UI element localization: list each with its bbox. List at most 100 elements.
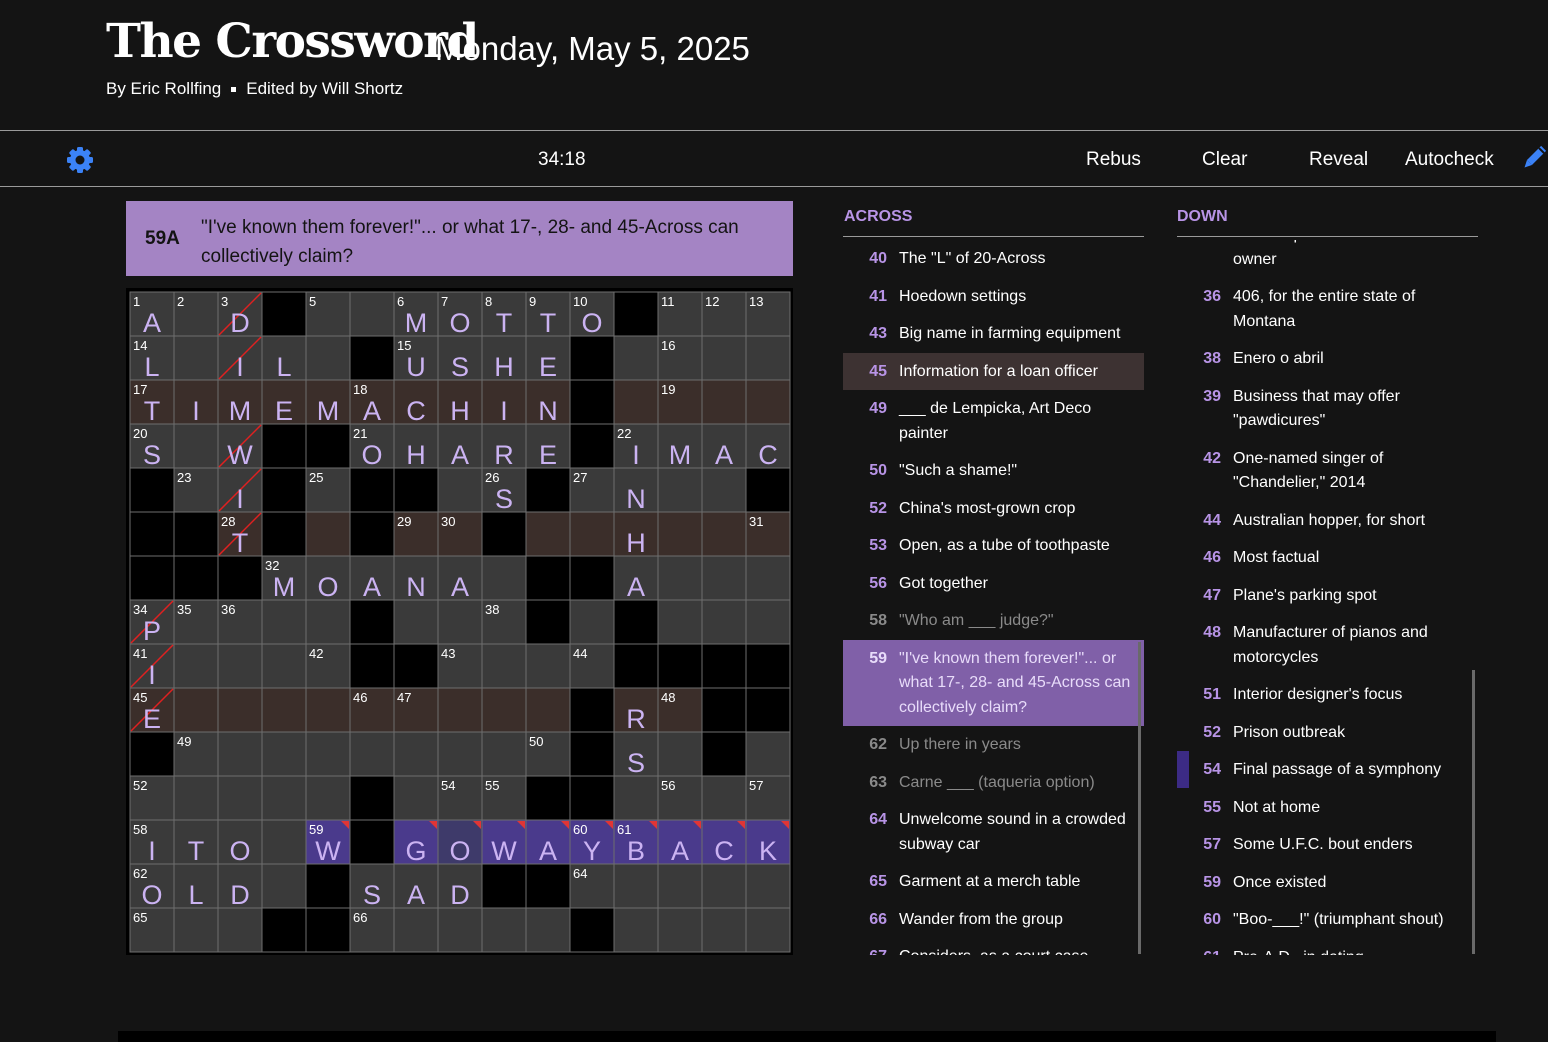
grid-cell[interactable] xyxy=(613,775,659,821)
grid-cell[interactable] xyxy=(701,555,747,601)
cell-letter[interactable]: T xyxy=(188,836,205,866)
cell-letter[interactable]: I xyxy=(500,396,508,426)
cell-letter[interactable]: S xyxy=(363,880,381,910)
clue-item-50[interactable]: 50 "Such a shame!" xyxy=(843,452,1144,490)
grid-cell[interactable] xyxy=(481,643,527,689)
cell-letter[interactable]: D xyxy=(230,308,250,338)
clue-item-38[interactable]: 38 Enero o abril xyxy=(1177,340,1478,378)
grid-cell[interactable] xyxy=(569,599,615,645)
cell-letter[interactable]: I xyxy=(148,660,156,690)
grid-cell[interactable] xyxy=(217,907,263,953)
grid-cell[interactable] xyxy=(701,511,747,557)
grid-cell[interactable] xyxy=(745,863,791,909)
grid-cell[interactable] xyxy=(173,907,219,953)
grid-cell[interactable] xyxy=(305,731,351,777)
cell-letter[interactable]: O xyxy=(449,308,470,338)
cell-letter[interactable]: E xyxy=(275,396,293,426)
cell-letter[interactable]: A xyxy=(715,440,733,470)
cell-letter[interactable]: N xyxy=(406,572,426,602)
clue-item-58[interactable]: 58 "Who am ___ judge?" xyxy=(843,602,1144,640)
cell-letter[interactable]: A xyxy=(671,836,689,866)
grid-cell[interactable] xyxy=(481,687,527,733)
cell-letter[interactable]: O xyxy=(229,836,250,866)
clue-item-40[interactable]: 40 The "L" of 20-Across xyxy=(843,240,1144,278)
clue-item-56[interactable]: 56 Got together xyxy=(843,565,1144,603)
grid-cell[interactable] xyxy=(349,731,395,777)
clue-item-39[interactable]: 39 Business that may offer "pawdicures" xyxy=(1177,378,1478,440)
grid-cell[interactable] xyxy=(701,863,747,909)
grid-cell[interactable] xyxy=(437,467,483,513)
cell-letter[interactable]: O xyxy=(317,572,338,602)
grid-cell[interactable] xyxy=(701,379,747,425)
grid-cell[interactable] xyxy=(701,775,747,821)
clue-item-57[interactable]: 57 Some U.F.C. bout enders xyxy=(1177,826,1478,864)
cell-letter[interactable]: L xyxy=(276,352,291,382)
cell-letter[interactable]: I xyxy=(632,440,640,470)
cell-letter[interactable]: Y xyxy=(583,836,601,866)
clue-item-47[interactable]: 47 Plane's parking spot xyxy=(1177,577,1478,615)
grid-cell[interactable] xyxy=(745,731,791,777)
clue-item-66[interactable]: 66 Wander from the group xyxy=(843,901,1144,939)
cell-letter[interactable]: H xyxy=(450,396,470,426)
cell-letter[interactable]: E xyxy=(539,352,557,382)
grid-cell[interactable] xyxy=(525,643,571,689)
cell-letter[interactable]: M xyxy=(229,396,252,426)
timer[interactable]: 34:18 xyxy=(538,149,586,171)
grid-cell[interactable] xyxy=(173,643,219,689)
grid-cell[interactable] xyxy=(481,907,527,953)
clue-item-45[interactable]: 45 Information for a loan officer xyxy=(843,352,1144,390)
clue-item-62[interactable]: 62 Up there in years xyxy=(843,726,1144,764)
cell-letter[interactable]: D xyxy=(230,880,250,910)
grid-cell[interactable] xyxy=(173,687,219,733)
clue-item-49[interactable]: 49 ___ de Lempicka, Art Deco painter xyxy=(843,390,1144,452)
grid-cell[interactable] xyxy=(261,775,307,821)
grid-cell[interactable] xyxy=(437,907,483,953)
autocheck-button[interactable]: Autocheck xyxy=(1405,149,1494,171)
clue-item-46[interactable]: 46 Most factual xyxy=(1177,539,1478,577)
clue-item-35[interactable]: 35 Proof of purchase for an auto owner xyxy=(1177,240,1478,278)
down-clue-list[interactable]: 35 Proof of purchase for an auto owner 36 4… xyxy=(1177,240,1478,955)
cell-letter[interactable]: H xyxy=(494,352,514,382)
grid-cell[interactable] xyxy=(701,599,747,645)
grid-cell[interactable] xyxy=(261,819,307,865)
grid-cell[interactable] xyxy=(745,599,791,645)
clue-item-59[interactable]: 59 Once existed xyxy=(1177,864,1478,902)
cell-letter[interactable]: M xyxy=(669,440,692,470)
grid-cell[interactable] xyxy=(261,687,307,733)
clue-item-51[interactable]: 51 Interior designer's focus xyxy=(1177,676,1478,714)
clue-item-52[interactable]: 52 Prison outbreak xyxy=(1177,714,1478,752)
cell-letter[interactable]: M xyxy=(273,572,296,602)
cell-letter[interactable]: T xyxy=(144,396,161,426)
cell-letter[interactable]: S xyxy=(143,440,161,470)
clue-item-63[interactable]: 63 Carne ___ (taqueria option) xyxy=(843,764,1144,802)
grid-cell[interactable] xyxy=(261,643,307,689)
grid-cell[interactable] xyxy=(657,511,703,557)
grid-cell[interactable] xyxy=(305,775,351,821)
cell-letter[interactable]: D xyxy=(450,880,470,910)
grid-cell[interactable] xyxy=(657,863,703,909)
clue-item-59[interactable]: 59 "I've known them forever!"... or what … xyxy=(843,639,1144,726)
grid-cell[interactable] xyxy=(657,907,703,953)
cell-letter[interactable]: E xyxy=(143,704,161,734)
gear-icon[interactable] xyxy=(65,145,95,175)
grid-cell[interactable] xyxy=(173,775,219,821)
cell-letter[interactable]: S xyxy=(495,484,513,514)
grid-cell[interactable] xyxy=(305,511,351,557)
clue-item-60[interactable]: 60 "Boo-___!" (triumphant shout) xyxy=(1177,901,1478,939)
grid-cell[interactable] xyxy=(657,467,703,513)
grid-cell[interactable] xyxy=(657,599,703,645)
grid-cell[interactable] xyxy=(745,555,791,601)
grid-cell[interactable] xyxy=(173,423,219,469)
crossword-grid[interactable]: 1A2 3D5 6M7O8T9T10O11 12 1314L I L15U S H E1617T I… xyxy=(126,288,793,955)
cell-letter[interactable]: A xyxy=(451,572,469,602)
cell-letter[interactable]: C xyxy=(406,396,426,426)
cell-letter[interactable]: L xyxy=(144,352,159,382)
cell-letter[interactable]: O xyxy=(141,880,162,910)
cell-letter[interactable]: R xyxy=(626,704,646,734)
grid-cell[interactable] xyxy=(393,731,439,777)
cell-letter[interactable]: K xyxy=(759,836,777,866)
cell-letter[interactable]: I xyxy=(192,396,200,426)
clue-item-55[interactable]: 55 Not at home xyxy=(1177,789,1478,827)
cell-letter[interactable]: I xyxy=(236,352,244,382)
cell-letter[interactable]: L xyxy=(188,880,203,910)
